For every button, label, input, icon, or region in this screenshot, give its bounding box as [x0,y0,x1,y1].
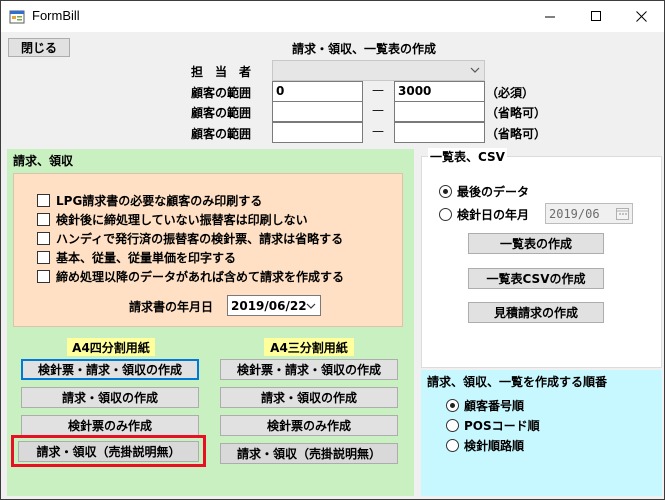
list-csv-group-title: 一覧表、CSV [428,148,507,165]
client-area: 閉じる 請求・領収、一覧表の作成 担 当 者 顧客の範囲 0 — 3000 （必… [1,32,664,499]
a4four-meter-bill-receipt-button[interactable]: 検針票・請求・領収の作成 [21,359,199,380]
a4-four-label: A4四分割用紙 [67,338,155,356]
range-from-2[interactable] [272,101,363,122]
range-label-2: 顧客の範囲 [191,106,252,120]
option-skip-handy-checkbox[interactable] [37,232,50,245]
a4four-bill-receipt-button[interactable]: 請求・領収の作成 [21,387,199,408]
chevron-down-icon [470,67,480,73]
maximize-button[interactable] [573,1,619,32]
radio-order-customer-label: 顧客番号順 [464,399,525,413]
range-label-1: 顧客の範囲 [191,86,252,100]
staff-select[interactable] [272,60,485,81]
minimize-button[interactable] [527,1,573,32]
range-label-3: 顧客の範囲 [191,127,252,141]
calendar-icon [616,208,629,220]
meter-month-value: 2019/06 [549,206,600,221]
a4four-bill-receipt-no-detail-button[interactable]: 請求・領収（売掛説明無） [18,441,199,462]
estimate-create-button[interactable]: 見積請求の作成 [468,302,604,323]
radio-latest-data[interactable]: 最後のデータ [439,183,529,200]
billing-group-title: 請求、領収 [13,154,74,168]
range-dash-3: — [372,124,384,138]
radio-order-pos-label: POSコード順 [464,419,540,433]
option-lpg-only[interactable]: LPG請求書の必要な顧客のみ印刷する [37,192,262,209]
radio-latest-data-label: 最後のデータ [457,185,530,199]
form-icon [9,10,25,24]
radio-latest-data-button[interactable] [439,185,452,198]
range-note-2: （省略可） [486,106,547,120]
radio-order-pos[interactable]: POSコード順 [446,417,540,434]
a4three-bill-receipt-button[interactable]: 請求・領収の作成 [220,387,398,408]
option-skip-unclosed-label: 検針後に締処理していない振替客は印刷しない [56,213,308,227]
range-to-1[interactable]: 3000 [394,81,485,102]
range-note-1: （必須） [486,86,535,100]
staff-label: 担 当 者 [191,65,252,79]
range-to-2[interactable] [394,101,485,122]
close-window-button[interactable] [618,1,664,32]
list-csv-create-button[interactable]: 一覧表CSVの作成 [468,268,604,289]
radio-meter-month-label: 検針日の年月 [457,208,530,222]
option-print-unit-checkbox[interactable] [37,251,50,264]
range-note-3: （省略可） [486,127,547,141]
minimize-icon [544,16,555,18]
option-skip-handy-label: ハンディで発行済の振替客の検針票、請求は省略する [56,232,344,246]
option-include-after-close-label: 締め処理以降のデータがあれば含めて請求を作成する [56,270,345,284]
option-lpg-only-checkbox[interactable] [37,194,50,207]
option-print-unit[interactable]: 基本、従量、従量単価を印字する [37,249,236,266]
range-from-3[interactable] [272,122,363,143]
radio-order-pos-button[interactable] [446,419,459,432]
page-heading: 請求・領収、一覧表の作成 [292,42,437,56]
range-to-3[interactable] [394,122,485,143]
a4three-meter-only-button[interactable]: 検針票のみ作成 [220,415,398,436]
option-include-after-close-checkbox[interactable] [37,270,50,283]
formbill-window: FormBill 閉じる 請求・領収、一覧表の作成 担 当 者 顧客の範囲 0 … [0,0,665,500]
radio-order-route-button[interactable] [446,439,459,452]
radio-order-customer[interactable]: 顧客番号順 [446,397,524,414]
radio-order-route[interactable]: 検針順路順 [446,437,524,454]
title-bar: FormBill [1,1,664,32]
radio-meter-month-button[interactable] [439,208,452,221]
option-skip-handy[interactable]: ハンディで発行済の振替客の検針票、請求は省略する [37,230,343,247]
option-include-after-close[interactable]: 締め処理以降のデータがあれば含めて請求を作成する [37,268,344,285]
range-dash-2: — [372,103,384,117]
a4-three-label: A4三分割用紙 [264,338,354,356]
option-lpg-only-label: LPG請求書の必要な顧客のみ印刷する [56,194,263,208]
window-title: FormBill [32,8,80,23]
option-skip-unclosed[interactable]: 検針後に締処理していない振替客は印刷しない [37,211,308,228]
meter-month-picker[interactable]: 2019/06 [545,203,633,224]
billing-group: 請求、領収 LPG請求書の必要な顧客のみ印刷する 検針後に締処理していない振替客… [7,149,414,496]
maximize-icon [590,11,601,21]
bill-date-picker[interactable]: 2019/06/22 [227,295,321,316]
bill-date-value: 2019/06/22 [231,298,307,313]
order-group-title: 請求、領収、一覧を作成する順番 [427,375,608,389]
radio-order-route-label: 検針順路順 [464,439,525,453]
list-create-button[interactable]: 一覧表の作成 [468,233,604,254]
range-from-1[interactable]: 0 [272,81,363,102]
bill-date-label: 請求書の年月日 [129,300,214,314]
billing-options-panel: LPG請求書の必要な顧客のみ印刷する 検針後に締処理していない振替客は印刷しない… [13,173,403,327]
list-csv-group: 一覧表、CSV 最後のデータ 検針日の年月 2019/06 一覧表の作成 一覧表… [421,148,662,368]
a4three-meter-bill-receipt-button[interactable]: 検針票・請求・領収の作成 [220,359,398,380]
radio-meter-month[interactable]: 検針日の年月 [439,206,529,223]
close-form-button[interactable]: 閉じる [8,38,70,57]
option-print-unit-label: 基本、従量、従量単価を印字する [56,251,237,265]
a4four-meter-only-button[interactable]: 検針票のみ作成 [21,415,199,436]
range-dash-1: — [372,83,384,97]
a4three-bill-receipt-no-detail-button[interactable]: 請求・領収（売掛説明無） [220,443,398,464]
chevron-down-icon [306,303,316,309]
close-icon [635,11,647,22]
option-skip-unclosed-checkbox[interactable] [37,213,50,226]
radio-order-customer-button[interactable] [446,399,459,412]
order-group: 請求、領収、一覧を作成する順番 顧客番号順 POSコード順 検針順路順 [421,370,662,496]
